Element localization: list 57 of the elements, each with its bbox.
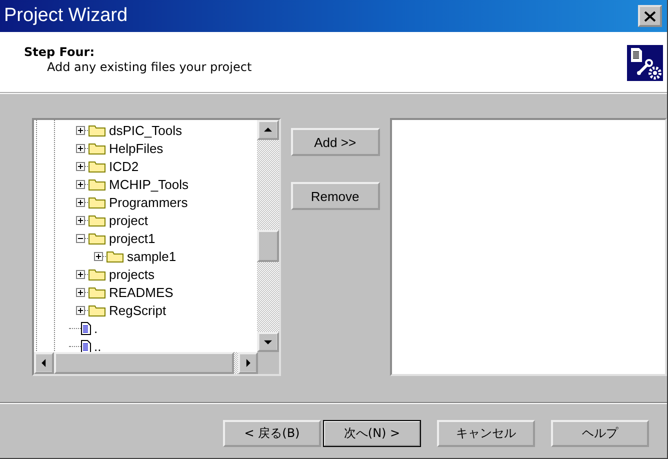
close-button[interactable]	[638, 5, 662, 27]
folder-icon	[88, 231, 106, 245]
collapse-icon[interactable]	[76, 234, 85, 242]
tree-item[interactable]: project1	[109, 230, 156, 246]
step-title: Step Four:	[24, 44, 96, 58]
folder-icon	[88, 303, 106, 317]
scrollbar-corner	[258, 352, 279, 374]
folder-icon	[88, 141, 106, 155]
tree-item[interactable]: ICD2	[109, 158, 139, 174]
file-icon	[81, 322, 91, 334]
tree-item[interactable]: projects	[109, 266, 155, 282]
wizard-button[interactable]: キャンセル	[437, 420, 535, 447]
wizard-logo-icon	[627, 45, 663, 81]
folder-icon	[106, 249, 124, 263]
tree-item[interactable]: .	[94, 320, 98, 336]
close-icon	[644, 10, 656, 22]
wizard-button[interactable]: < 戻る(B)	[223, 420, 321, 447]
expand-icon[interactable]	[76, 144, 85, 152]
expand-icon[interactable]	[76, 198, 85, 206]
scroll-up-button[interactable]	[256, 120, 279, 140]
folder-tree[interactable]: dsPIC_Tools HelpFiles ICD2 MCHIP_Tools Programmers project project1 sample1 projects READMES RegScript . ..	[32, 118, 281, 376]
tree-item[interactable]: RegScript	[109, 302, 166, 318]
scroll-thumb[interactable]	[54, 352, 234, 374]
folder-icon	[88, 213, 106, 227]
folder-icon	[88, 159, 106, 173]
folder-icon	[88, 177, 106, 191]
folder-icon	[88, 285, 106, 299]
tree-item[interactable]: Programmers	[109, 194, 188, 210]
expand-icon[interactable]	[76, 270, 85, 278]
expand-icon[interactable]	[76, 162, 85, 170]
wizard-button[interactable]: 次へ(N) >	[323, 420, 421, 447]
action-button[interactable]: Add >>	[290, 128, 380, 156]
folder-icon	[88, 195, 106, 209]
expand-icon[interactable]	[76, 216, 85, 224]
window-title: Project Wizard	[4, 5, 128, 27]
expand-icon[interactable]	[76, 180, 85, 188]
scroll-down-button[interactable]	[256, 332, 279, 352]
tree-item[interactable]: READMES	[109, 284, 174, 300]
scroll-right-button[interactable]	[238, 352, 258, 374]
wizard-button[interactable]: ヘルプ	[551, 420, 649, 447]
expand-icon[interactable]	[76, 288, 85, 296]
folder-icon	[88, 123, 106, 137]
file-icon	[81, 340, 91, 352]
tree-item[interactable]: project	[109, 212, 148, 228]
folder-icon	[88, 267, 106, 281]
step-description: Add any existing files your project	[46, 60, 252, 74]
expand-icon[interactable]	[76, 126, 85, 134]
tree-item[interactable]: HelpFiles	[109, 140, 164, 156]
tree-item[interactable]: dsPIC_Tools	[109, 122, 182, 138]
scroll-thumb[interactable]	[256, 230, 279, 262]
scroll-left-button[interactable]	[34, 352, 54, 374]
tree-item[interactable]: sample1	[127, 248, 176, 264]
expand-icon[interactable]	[76, 306, 85, 314]
tree-item[interactable]: ..	[94, 338, 102, 353]
expand-icon[interactable]	[94, 252, 103, 260]
action-button[interactable]: Remove	[290, 182, 380, 210]
tree-item[interactable]: MCHIP_Tools	[109, 176, 188, 192]
